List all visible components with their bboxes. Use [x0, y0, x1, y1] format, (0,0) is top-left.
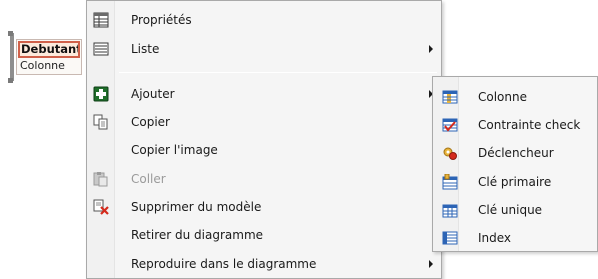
entity-column: Colonne: [20, 59, 65, 72]
menu-item-label: Supprimer du modèle: [131, 200, 262, 214]
submenu-arrow-icon: [429, 260, 433, 268]
submenu-item-label: Déclencheur: [478, 146, 554, 160]
menu-item-delete-from-model[interactable]: Supprimer du modèle: [89, 193, 439, 221]
menu-item-label: Reproduire dans le diagramme: [131, 257, 317, 271]
column-icon: [442, 90, 458, 104]
copy-icon: [93, 114, 108, 130]
add-submenu: Colonne Contrainte check Déclencheur Clé…: [432, 76, 598, 252]
submenu-item-label: Colonne: [478, 90, 527, 104]
selection-bar: [10, 33, 14, 81]
menu-item-label: Propriétés: [131, 13, 192, 27]
check-constraint-icon: [442, 118, 458, 132]
unique-key-icon: [442, 204, 458, 218]
add-green-plus-icon: [93, 86, 109, 102]
submenu-item-column[interactable]: Colonne: [435, 82, 595, 110]
menu-item-copy-image[interactable]: Copier l'image: [89, 136, 439, 164]
diagram-entity[interactable]: Debutant Colonne: [8, 31, 82, 83]
menu-item-label: Coller: [131, 172, 166, 186]
submenu-item-index[interactable]: Index: [435, 223, 595, 251]
trigger-icon: [443, 147, 457, 160]
entity-name: Debutant: [18, 41, 80, 58]
delete-red-x-icon: [93, 199, 109, 215]
submenu-arrow-icon: [429, 45, 433, 53]
menu-item-copy[interactable]: Copier: [89, 108, 439, 136]
submenu-item-primary-key[interactable]: Clé primaire: [435, 167, 595, 195]
submenu-item-trigger[interactable]: Déclencheur: [435, 138, 595, 166]
menu-item-label: Copier: [131, 115, 170, 129]
table-properties-icon: [93, 12, 109, 28]
submenu-item-label: Clé primaire: [478, 175, 552, 189]
menu-separator: [119, 72, 437, 73]
submenu-item-label: Index: [478, 231, 512, 245]
entity-box[interactable]: Debutant Colonne: [16, 39, 82, 75]
menu-item-label: Liste: [131, 42, 160, 56]
submenu-item-unique-key[interactable]: Clé unique: [435, 195, 595, 223]
submenu-item-label: Clé unique: [478, 203, 543, 217]
menu-item-list[interactable]: Liste: [89, 35, 439, 63]
resize-handle-top-left[interactable]: [8, 31, 13, 36]
menu-item-add[interactable]: Ajouter: [89, 80, 439, 108]
menu-item-label: Ajouter: [131, 87, 175, 101]
paste-icon: [93, 172, 108, 187]
submenu-item-check-constraint[interactable]: Contrainte check: [435, 110, 595, 138]
submenu-item-label: Contrainte check: [478, 118, 581, 132]
list-icon: [93, 42, 109, 56]
context-menu: Propriétés Liste Ajouter Copier Copier l…: [86, 0, 442, 279]
index-icon: [442, 231, 458, 245]
menu-item-properties[interactable]: Propriétés: [89, 6, 439, 34]
resize-handle-bottom-left[interactable]: [8, 78, 13, 83]
primary-key-icon: [442, 174, 458, 190]
menu-item-reproduce-in-diagram[interactable]: Reproduire dans le diagramme: [89, 250, 439, 278]
menu-item-label: Copier l'image: [131, 143, 218, 157]
menu-item-label: Retirer du diagramme: [131, 228, 264, 242]
menu-item-paste[interactable]: Coller: [89, 165, 439, 193]
menu-item-remove-from-diagram[interactable]: Retirer du diagramme: [89, 221, 439, 249]
